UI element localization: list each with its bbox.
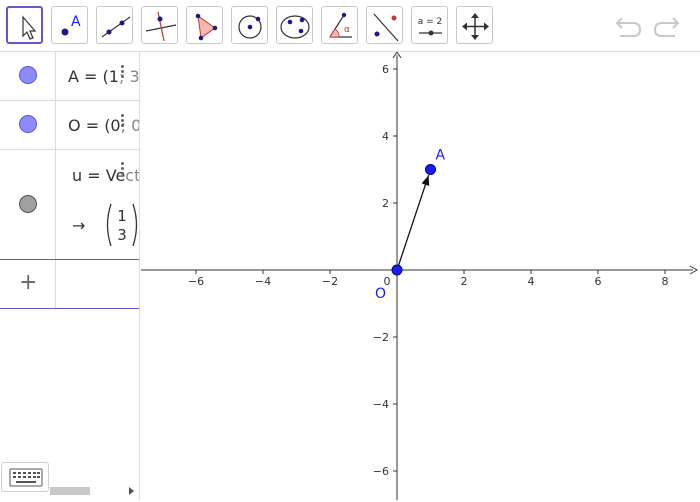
point-tool-button[interactable]: A <box>51 6 88 44</box>
x-tick-label: −6 <box>188 275 204 288</box>
toolbar: A α a = 2 <box>0 0 700 52</box>
circle-center-point-icon <box>238 15 262 39</box>
marble-cell <box>0 101 56 149</box>
horizontal-scrollbar[interactable] <box>0 483 139 497</box>
object-name: u <box>72 166 83 185</box>
reflect-tool-button[interactable] <box>366 6 403 44</box>
equals-sign: = <box>85 116 100 135</box>
marble-cell <box>0 150 56 259</box>
algebra-input-u[interactable]: u = Vector <box>72 166 140 185</box>
conic-ellipse-icon <box>280 15 310 39</box>
angle-icon: α <box>329 12 352 38</box>
polygon-icon <box>195 13 218 41</box>
graphics-view[interactable]: −6 −4 −2 0 2 4 6 8 6 4 2 −2 −4 −6 AO <box>141 52 700 500</box>
graphics-canvas[interactable]: −6 −4 −2 0 2 4 6 8642−2−4−6 AO <box>141 52 700 500</box>
value-start: (1 <box>102 67 119 86</box>
y-tick-label: 2 <box>382 197 389 210</box>
point-A-label: A <box>436 148 446 164</box>
line-tool-button[interactable] <box>96 6 133 44</box>
undo-button[interactable] <box>614 12 644 40</box>
point-A <box>425 164 436 175</box>
conic-tool-button[interactable] <box>276 6 313 44</box>
redo-button[interactable] <box>651 12 681 40</box>
move-view-tool-button[interactable] <box>456 6 493 44</box>
svg-text:A: A <box>71 14 81 30</box>
value-start: (0 <box>104 116 121 135</box>
visibility-toggle-A[interactable] <box>19 66 37 84</box>
line-icon <box>101 16 131 38</box>
marble-cell <box>0 52 56 100</box>
algebra-input-O[interactable]: O = (0; 0 <box>68 116 139 135</box>
point-O <box>391 264 403 276</box>
visibility-toggle-u[interactable] <box>19 195 37 213</box>
svg-text:a = 2: a = 2 <box>418 17 443 27</box>
angle-tool-button[interactable]: α <box>321 6 358 44</box>
marble-cell: + <box>0 260 56 308</box>
scroll-right-icon[interactable] <box>129 487 134 495</box>
point-icon: A <box>61 14 81 36</box>
y-tick-label: −4 <box>373 398 389 411</box>
algebra-row-O[interactable]: O = (0; 0 <box>0 101 139 150</box>
algebra-row-A[interactable]: A = (1; 3 <box>0 52 139 101</box>
y-tick-label: −6 <box>373 465 389 478</box>
more-menu-icon[interactable] <box>121 114 125 129</box>
more-menu-icon[interactable] <box>121 65 125 80</box>
algebra-view: A = (1; 3 O = (0; 0 u = Vector → 1 <box>0 52 140 500</box>
move-graphics-view-icon <box>462 13 489 40</box>
x-tick-label: 8 <box>662 275 669 288</box>
vector-arrowhead <box>421 175 430 186</box>
column-vector: 1 3 <box>106 203 138 247</box>
x-tick-label: 4 <box>528 275 535 288</box>
perpendicular-tool-button[interactable] <box>141 6 178 44</box>
y-tick-label: −2 <box>373 331 389 344</box>
undo-icon <box>615 17 642 37</box>
x-tick-label: −2 <box>322 275 338 288</box>
object-name: O <box>68 116 81 135</box>
scrollbar-thumb[interactable] <box>50 487 90 495</box>
move-arrow-icon <box>22 15 37 40</box>
reflect-icon <box>373 13 399 42</box>
visibility-toggle-O[interactable] <box>19 115 37 133</box>
more-menu-icon[interactable] <box>121 162 125 177</box>
x-tick-label: 6 <box>595 275 602 288</box>
algebra-input-row[interactable]: + <box>0 260 139 309</box>
svg-text:α: α <box>344 25 350 35</box>
output-arrow-icon: → <box>72 216 86 235</box>
definition-text-faded: ctor <box>125 166 140 185</box>
slider-tool-button[interactable]: a = 2 <box>411 6 448 44</box>
polygon-tool-button[interactable] <box>186 6 223 44</box>
equals-sign: = <box>87 166 101 185</box>
perpendicular-line-icon <box>145 11 177 42</box>
equals-sign: = <box>84 67 98 86</box>
slider-icon: a = 2 <box>418 17 443 36</box>
vector-x: 1 <box>117 207 127 225</box>
x-tick-label: 2 <box>461 275 468 288</box>
vector-u <box>396 174 430 271</box>
y-tick-label: 6 <box>382 63 389 76</box>
move-tool-button[interactable] <box>6 6 43 44</box>
redo-icon <box>653 17 680 37</box>
x-tick-label: −4 <box>255 275 271 288</box>
add-item-icon[interactable]: + <box>19 270 37 295</box>
algebra-input-A[interactable]: A = (1; 3 <box>68 67 139 86</box>
point-O-label: O <box>375 286 386 302</box>
vector-y: 3 <box>117 226 127 244</box>
algebra-row-u[interactable]: u = Vector → 1 3 <box>0 150 139 260</box>
circle-tool-button[interactable] <box>231 6 268 44</box>
object-name: A <box>68 67 79 86</box>
y-tick-label: 4 <box>382 130 389 143</box>
